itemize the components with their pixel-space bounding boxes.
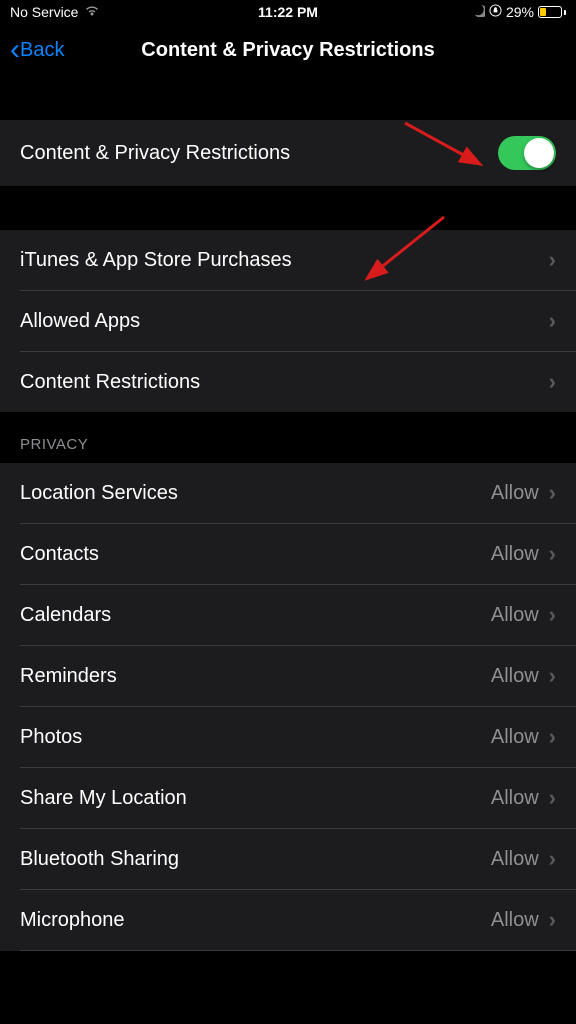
chevron-right-icon: › (549, 846, 556, 872)
row-value: Allow (491, 543, 539, 566)
reminders-row[interactable]: Reminders Allow › (0, 646, 576, 706)
carrier-text: No Service (10, 4, 78, 20)
location-services-row[interactable]: Location Services Allow › (0, 463, 576, 523)
contacts-row[interactable]: Contacts Allow › (0, 524, 576, 584)
restrictions-nav-group: iTunes & App Store Purchases › Allowed A… (0, 230, 576, 412)
content-restrictions-row[interactable]: Content Restrictions › (0, 352, 576, 412)
row-value: Allow (491, 787, 539, 810)
divider (20, 950, 576, 951)
row-label: iTunes & App Store Purchases (20, 249, 292, 272)
back-label: Back (20, 39, 64, 62)
row-label: Share My Location (20, 787, 187, 810)
row-right: Allow › (491, 480, 556, 506)
row-right: Allow › (491, 907, 556, 933)
chevron-right-icon: › (549, 785, 556, 811)
row-label: Microphone (20, 909, 125, 932)
spacer (0, 76, 576, 120)
bluetooth-sharing-row[interactable]: Bluetooth Sharing Allow › (0, 829, 576, 889)
share-location-row[interactable]: Share My Location Allow › (0, 768, 576, 828)
row-label: Photos (20, 726, 82, 749)
dnd-moon-icon (472, 4, 485, 20)
itunes-purchases-row[interactable]: iTunes & App Store Purchases › (0, 230, 576, 290)
status-time: 11:22 PM (258, 4, 318, 20)
rotation-lock-icon (489, 4, 502, 20)
chevron-right-icon: › (549, 907, 556, 933)
status-right: 29% (472, 4, 566, 20)
row-label: Contacts (20, 543, 99, 566)
row-right: Allow › (491, 602, 556, 628)
chevron-right-icon: › (549, 663, 556, 689)
row-label: Content Restrictions (20, 371, 200, 394)
row-label: Bluetooth Sharing (20, 848, 179, 871)
row-right: Allow › (491, 663, 556, 689)
row-label: Allowed Apps (20, 310, 140, 333)
row-value: Allow (491, 848, 539, 871)
spacer (0, 186, 576, 230)
row-right: Allow › (491, 541, 556, 567)
row-value: Allow (491, 726, 539, 749)
allowed-apps-row[interactable]: Allowed Apps › (0, 291, 576, 351)
wifi-icon (84, 4, 100, 20)
row-right: Allow › (491, 724, 556, 750)
chevron-right-icon: › (549, 247, 556, 273)
chevron-right-icon: › (549, 369, 556, 395)
restrictions-toggle-row[interactable]: Content & Privacy Restrictions (0, 120, 576, 186)
row-label: Reminders (20, 665, 117, 688)
chevron-right-icon: › (549, 480, 556, 506)
chevron-right-icon: › (549, 724, 556, 750)
restrictions-toggle-group: Content & Privacy Restrictions (0, 120, 576, 186)
battery-percent: 29% (506, 4, 534, 20)
photos-row[interactable]: Photos Allow › (0, 707, 576, 767)
row-label: Location Services (20, 482, 178, 505)
status-bar: No Service 11:22 PM 29% (0, 0, 576, 24)
microphone-row[interactable]: Microphone Allow › (0, 890, 576, 950)
battery-icon (538, 6, 566, 18)
row-right: Allow › (491, 846, 556, 872)
privacy-group: Location Services Allow › Contacts Allow… (0, 463, 576, 951)
chevron-right-icon: › (549, 602, 556, 628)
row-value: Allow (491, 909, 539, 932)
row-label: Calendars (20, 604, 111, 627)
chevron-right-icon: › (549, 541, 556, 567)
calendars-row[interactable]: Calendars Allow › (0, 585, 576, 645)
row-right: Allow › (491, 785, 556, 811)
restrictions-toggle[interactable] (498, 136, 556, 170)
navigation-bar: ‹ Back Content & Privacy Restrictions (0, 24, 576, 76)
page-title: Content & Privacy Restrictions (141, 39, 434, 62)
restrictions-toggle-label: Content & Privacy Restrictions (20, 142, 290, 165)
privacy-section-header: PRIVACY (0, 412, 576, 463)
back-button[interactable]: ‹ Back (10, 35, 64, 65)
row-value: Allow (491, 665, 539, 688)
row-value: Allow (491, 482, 539, 505)
chevron-left-icon: ‹ (10, 35, 20, 65)
chevron-right-icon: › (549, 308, 556, 334)
toggle-knob (524, 138, 554, 168)
row-value: Allow (491, 604, 539, 627)
status-left: No Service (10, 4, 100, 20)
